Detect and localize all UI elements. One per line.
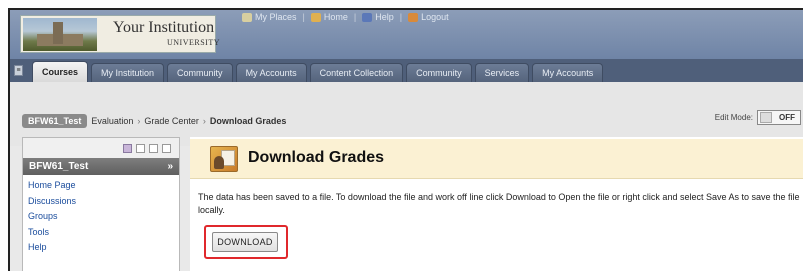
edit-mode-label: Edit Mode: [714, 113, 753, 122]
folder-view-icon[interactable] [136, 143, 145, 153]
home-link[interactable]: Home [310, 12, 348, 22]
menu-item-help[interactable]: Help [28, 240, 174, 256]
breadcrumb-course[interactable]: BFW61_Test [22, 114, 88, 128]
logo-title: Your Institution [113, 19, 215, 36]
home-icon [310, 12, 321, 22]
page-header: Download Grades [190, 139, 803, 179]
breadcrumb-download-grades: Download Grades [209, 116, 287, 126]
menu-view-tools [23, 138, 179, 158]
logout-icon [408, 12, 419, 22]
tab-my-accounts[interactable]: My Accounts [235, 63, 307, 82]
main-content: Download Grades The data has been saved … [190, 137, 803, 271]
campus-photo [23, 18, 97, 51]
logo-subtitle: UNIVERSITY [167, 38, 220, 47]
page-title: Download Grades [248, 149, 385, 166]
tab-my-institution[interactable]: My Institution [91, 63, 165, 82]
expand-arrow-icon[interactable]: » [167, 161, 173, 172]
breadcrumb-evaluation[interactable]: Evaluation [91, 116, 133, 126]
logout-link[interactable]: Logout [408, 12, 449, 22]
course-menu-items: Home Page Discussions Groups Tools Help [23, 175, 179, 259]
tab-my-accounts-2[interactable]: My Accounts [532, 63, 604, 82]
tab-services[interactable]: Services [474, 63, 530, 82]
top-links: My Places | Home | Help | Logout [242, 10, 449, 24]
help-icon [362, 12, 373, 22]
tab-courses[interactable]: Courses [32, 61, 89, 82]
download-grades-icon [210, 146, 238, 172]
download-button[interactable]: DOWNLOAD [212, 232, 278, 252]
course-menu: BFW61_Test » Home Page Discussions Group… [22, 137, 180, 271]
breadcrumb-grade-center[interactable]: Grade Center [144, 116, 199, 126]
pin-icon[interactable] [162, 143, 171, 153]
menu-item-groups[interactable]: Groups [28, 209, 174, 225]
menu-item-home-page[interactable]: Home Page [28, 178, 174, 194]
tab-community[interactable]: Community [167, 63, 233, 82]
tab-bar: ≡ Courses My Institution Community My Ac… [10, 59, 803, 82]
menu-item-discussions[interactable]: Discussions [28, 194, 174, 210]
tab-community-2[interactable]: Community [406, 63, 472, 82]
tab-bar-toggle-icon[interactable]: ≡ [14, 65, 23, 76]
help-link[interactable]: Help [362, 12, 394, 22]
breadcrumb-separator-icon: › [137, 116, 141, 126]
new-window-icon[interactable] [149, 143, 158, 153]
info-message: The data has been saved to a file. To do… [198, 192, 800, 215]
edit-mode-toggle[interactable]: OFF [757, 110, 801, 125]
people-icon [242, 12, 252, 22]
menu-item-tools[interactable]: Tools [28, 225, 174, 241]
header-bar: Your Institution UNIVERSITY My Places | … [10, 10, 803, 59]
list-view-icon[interactable] [123, 143, 132, 153]
breadcrumb: BFW61_Test Evaluation › Grade Center › D… [22, 112, 803, 130]
breadcrumb-separator-icon: › [202, 116, 206, 126]
tab-content-collection[interactable]: Content Collection [309, 63, 404, 82]
my-places-link[interactable]: My Places [242, 12, 297, 22]
edit-mode: Edit Mode: OFF [715, 110, 801, 125]
edit-mode-state: OFF [779, 113, 795, 122]
app-frame: Your Institution UNIVERSITY My Places | … [8, 8, 803, 271]
course-menu-title[interactable]: BFW61_Test » [23, 158, 179, 175]
toggle-knob [760, 112, 772, 123]
institution-logo[interactable]: Your Institution UNIVERSITY [20, 15, 220, 53]
